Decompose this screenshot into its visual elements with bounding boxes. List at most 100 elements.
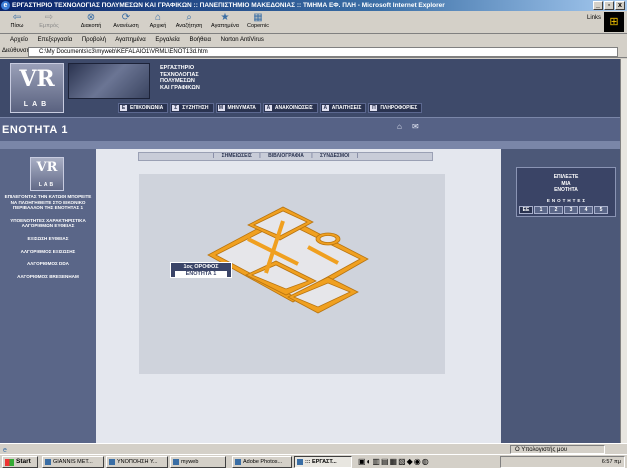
stop-button[interactable]: ⊗ Διακοπή: [76, 12, 106, 33]
menu-edit[interactable]: Επεξεργασία: [38, 37, 73, 43]
windows-flag-icon: [5, 459, 14, 466]
mail-icon[interactable]: ✉: [412, 122, 419, 131]
header-photo: [68, 63, 150, 99]
nav-communication[interactable]: E ΕΠΙΚΟΙΝΩΝΙΑ: [118, 103, 169, 113]
floor-label[interactable]: 1ος ΟΡΟΦΟΣ ΕΝΟΤΗΤΑ 1: [170, 262, 232, 278]
task-button[interactable]: GIANNIS MET...: [42, 456, 104, 468]
back-arrow-icon: ⇦: [12, 12, 22, 23]
windows-logo-icon: ⊞: [604, 12, 624, 32]
choose-heading: ΕΠΙΛΕΞΤΕ ΜΙΑ ΕΝΟΤΗΤΑ: [553, 174, 579, 193]
unit-button-4[interactable]: 4: [579, 206, 593, 214]
nav-discussion[interactable]: Σ ΣΥΖΗΤΗΣΗ: [170, 103, 214, 113]
folder-icon: [45, 459, 51, 465]
ie-icon: e: [1, 1, 10, 10]
unit-buttons: ΕΕ 1 2 3 4 5: [519, 206, 608, 214]
nav-icon: Π: [370, 105, 378, 111]
close-button[interactable]: x: [615, 1, 625, 10]
menu-norton[interactable]: Norton AntiVirus: [221, 37, 264, 43]
status-bar: e Ο Υπολογιστής μου: [0, 443, 627, 454]
left-menu-item[interactable]: ΑΛΓΟΡΙΘΜΟΣ BRESENHAM: [2, 274, 94, 280]
start-button[interactable]: Start: [2, 456, 38, 468]
vertical-scrollbar[interactable]: [620, 59, 627, 443]
3d-floor-model[interactable]: [188, 177, 378, 337]
links-bar[interactable]: Links: [587, 15, 601, 21]
left-sidebar: VR LAB ΕΠΙΛΕΓΟΝΤΑΣ ΤΗΝ ΚΑΤΩΘΙ ΜΠΟΡΕΙΤΕ Ν…: [0, 149, 96, 443]
refresh-button[interactable]: ⟳ Ανανέωση: [110, 12, 142, 33]
copernic-button[interactable]: ▦ Copernic: [244, 12, 272, 33]
nav-icon: A: [321, 105, 329, 111]
sub-navigation: | ΣΗΜΕΙΩΣΕΙΣ | ΒΙΒΛΙΟΓΡΑΦΙΑ | ΣΥΝΔΕΣΜΟΙ …: [138, 152, 433, 161]
maximize-button[interactable]: ▫: [604, 1, 614, 10]
search-button[interactable]: ⌕ Αναζήτηση: [172, 12, 206, 33]
browser-toolbar: ⇦ Πίσω ⇨ Εμπρός ⊗ Διακοπή ⟳ Ανανέωση ⌂ Αρχική…: [0, 11, 627, 34]
window-titlebar: e ΕΡΓΑΣΤΗΡΙΟ ΤΕΧΝΟΛΟΓΙΑΣ ΠΟΛΥΜΕΣΩΝ ΚΑΙ Γ…: [0, 0, 627, 11]
unit-button-2[interactable]: 2: [549, 206, 563, 214]
left-menu: ΕΠΙΛΕΓΟΝΤΑΣ ΤΗΝ ΚΑΤΩΘΙ ΜΠΟΡΕΙΤΕ ΝΑ ΠΛΟΗΓ…: [2, 194, 94, 286]
nav-icon: E: [120, 105, 127, 111]
page-title: ΕΝΟΤΗΤΑ 1: [2, 124, 69, 136]
unit-button-intro[interactable]: ΕΕ: [519, 206, 533, 214]
subnav-links[interactable]: ΣΥΝΔΕΣΜΟΙ: [320, 153, 349, 159]
nav-announcements[interactable]: A ΑΝΑΚΟΙΝΩΣΕΙΣ: [262, 103, 318, 113]
copernic-icon: ▦: [253, 12, 263, 23]
home-button[interactable]: ⌂ Αρχική: [146, 12, 170, 33]
address-input[interactable]: C:\My Documents\c3\myweb\KEFALAIO1\VRML\…: [28, 47, 618, 57]
quick-launch-icons[interactable]: ▣◐▥▤▦▧◆◉◍: [358, 457, 430, 467]
site-nav: E ΕΠΙΚΟΙΝΩΝΙΑ Σ ΣΥΖΗΤΗΣΗ M ΜΗΝΥΜΑΤΑ A ΑΝΑΚΟΙ…: [118, 103, 423, 113]
left-menu-item[interactable]: ΕΞΙΣΩΣΗ ΕΥΘΕΙΑΣ: [2, 236, 94, 242]
menu-bar: Αρχείο Επεξεργασία Προβολή Αγαπημένα Εργ…: [0, 35, 627, 45]
site-header: VR LAB ΕΡΓΑΣΤΗΡΙΟ ΤΕΧΝΟΛΟΓΙΑΣ ΠΟΛΥΜΕΣΩΝ …: [0, 59, 620, 117]
stop-icon: ⊗: [86, 12, 96, 23]
unit-button-5[interactable]: 5: [594, 206, 608, 214]
clock: 6:57 πμ: [601, 459, 621, 465]
page-viewport: VR LAB ΕΡΓΑΣΤΗΡΙΟ ΤΕΧΝΟΛΟΓΙΑΣ ΠΟΛΥΜΕΣΩΝ …: [0, 59, 620, 443]
system-tray: 6:57 πμ: [500, 456, 625, 468]
subnav-bibliography[interactable]: ΒΙΒΛΙΟΓΡΑΦΙΑ: [268, 153, 304, 159]
task-button[interactable]: Adobe Photos...: [232, 456, 292, 468]
menu-file[interactable]: Αρχείο: [10, 37, 28, 43]
security-zone: Ο Υπολογιστής μου: [510, 445, 605, 454]
forward-arrow-icon: ⇨: [44, 12, 54, 23]
right-sidebar: ΕΠΙΛΕΞΤΕ ΜΙΑ ΕΝΟΤΗΤΑ ΕΝΟΤΗΤΕΣ ΕΕ 1 2 3 4…: [501, 149, 620, 443]
menu-view[interactable]: Προβολή: [82, 37, 106, 43]
unit-button-3[interactable]: 3: [564, 206, 578, 214]
nav-icon: A: [264, 105, 272, 111]
left-menu-item[interactable]: ΑΛΓΟΡΙΘΜΟΣ DDA: [2, 261, 94, 267]
task-button-active[interactable]: ::: ΕΡΓΑΣΤ...: [294, 456, 352, 468]
address-bar: Διεύθυνση C:\My Documents\c3\myweb\KEFAL…: [0, 46, 627, 58]
window-title: ΕΡΓΑΣΤΗΡΙΟ ΤΕΧΝΟΛΟΓΙΑΣ ΠΟΛΥΜΕΣΩΝ ΚΑΙ ΓΡΑ…: [12, 2, 445, 9]
minimize-button[interactable]: _: [593, 1, 603, 10]
menu-help[interactable]: Βοήθεια: [189, 37, 211, 43]
nav-requirements[interactable]: A ΑΠΑΙΤΗΣΕΙΣ: [319, 103, 367, 113]
floor-selected-unit: ΕΝΟΤΗΤΑ 1: [175, 271, 227, 278]
left-menu-item[interactable]: ΥΠΟΕΝΟΤΗΤΕΣ ΧΑΡΑΚΤΗΡΙΣΤΙΚΑ ΑΛΓΟΡΙΘΜΩΝ ΕΥ…: [2, 218, 94, 229]
left-menu-item[interactable]: ΑΛΓΟΡΙΘΜΟΣ ΕΞΙΣΩΣΗΣ: [2, 249, 94, 255]
favorites-button[interactable]: ★ Αγαπημένα: [208, 12, 242, 33]
home-icon[interactable]: ⌂: [397, 122, 402, 131]
unit-chooser: ΕΠΙΛΕΞΤΕ ΜΙΑ ΕΝΟΤΗΤΑ ΕΝΟΤΗΤΕΣ ΕΕ 1 2 3 4…: [516, 167, 616, 217]
nav-information[interactable]: Π ΠΛΗΡΟΦΟΡΙΕΣ: [368, 103, 423, 113]
task-button[interactable]: ΥΝΟΠΟΗΣΗ Υ...: [106, 456, 168, 468]
folder-icon: [173, 459, 179, 465]
favorites-icon: ★: [220, 12, 230, 23]
refresh-icon: ⟳: [121, 12, 131, 23]
units-label: ΕΝΟΤΗΤΕΣ: [546, 198, 588, 203]
back-button[interactable]: ⇦ Πίσω: [4, 12, 30, 33]
window-controls: _ ▫ x: [593, 1, 625, 10]
menu-tools[interactable]: Εργαλεία: [155, 37, 179, 43]
forward-button[interactable]: ⇨ Εμπρός: [34, 12, 64, 33]
home-icon: ⌂: [154, 12, 162, 23]
left-menu-intro: ΕΠΙΛΕΓΟΝΤΑΣ ΤΗΝ ΚΑΤΩΘΙ ΜΠΟΡΕΙΤΕ ΝΑ ΠΛΟΗΓ…: [4, 194, 92, 211]
ie-icon: [297, 459, 303, 465]
menu-favorites[interactable]: Αγαπημένα: [115, 37, 145, 43]
nav-messages[interactable]: M ΜΗΝΥΜΑΤΑ: [215, 103, 261, 113]
divider-strip: [0, 141, 620, 149]
unit-button-1[interactable]: 1: [534, 206, 548, 214]
word-icon: [109, 459, 115, 465]
task-button[interactable]: myweb: [170, 456, 226, 468]
search-icon: ⌕: [186, 12, 192, 23]
address-label: Διεύθυνση: [2, 48, 30, 54]
subnav-notes[interactable]: ΣΗΜΕΙΩΣΕΙΣ: [222, 153, 252, 159]
taskbar: Start GIANNIS MET... ΥΝΟΠΟΗΣΗ Υ... myweb…: [0, 454, 627, 468]
nav-icon: Σ: [172, 105, 180, 111]
